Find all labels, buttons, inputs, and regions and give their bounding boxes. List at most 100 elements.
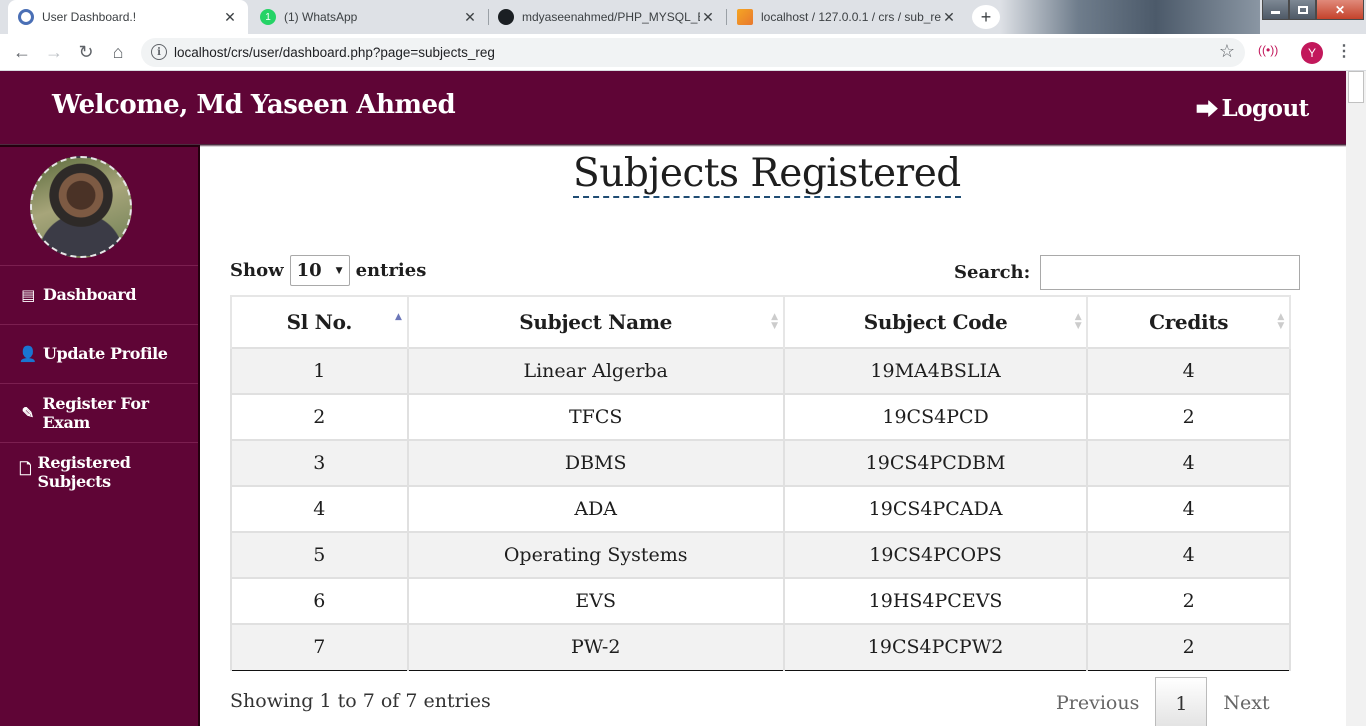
scrollbar-thumb[interactable] [1348, 71, 1364, 103]
new-tab-button[interactable]: + [972, 5, 1000, 29]
sort-both-icon: ▲ ▼ [1277, 312, 1284, 331]
logout-button[interactable]: ⮕ Logout [1196, 92, 1309, 124]
tab-close-icon[interactable]: ✕ [700, 9, 716, 26]
tab-user-dashboard[interactable]: User Dashboard.! ✕ [8, 0, 248, 34]
cell-credits: 4 [1086, 531, 1291, 579]
previous-page-button[interactable]: Previous [1040, 677, 1155, 726]
page-length-select[interactable]: 10 ▼ [289, 255, 350, 286]
sort-both-icon: ▲ ▼ [771, 312, 778, 331]
sidebar-item-register-for-exam[interactable]: ✎ Register For Exam [0, 383, 198, 441]
column-header-subject-code[interactable]: Subject Code ▲ ▼ [782, 295, 1089, 349]
column-header-label: Subject Name [519, 310, 673, 334]
tab-phpmyadmin[interactable]: localhost / 127.0.0.1 / crs / sub_re ✕ [727, 0, 967, 34]
table-row: 7 PW-2 19CS4PCPW2 2 [230, 623, 1291, 671]
page-length-control: Show 10 ▼ entries [230, 255, 426, 286]
page-title: Subjects Registered [573, 151, 961, 198]
arrow-left-icon: ← [13, 41, 31, 62]
cell-subject-code: 19CS4PCD [782, 393, 1089, 441]
sidebar: ▤ Dashboard 👤 Update Profile ✎ Register … [0, 145, 200, 726]
browser-menu-icon[interactable]: ⋮ [1336, 41, 1352, 61]
tab-github[interactable]: mdyaseenahmed/PHP_MYSQL_E ✕ [488, 0, 726, 34]
page-button-1[interactable]: 1 [1155, 677, 1208, 726]
sidebar-item-update-profile[interactable]: 👤 Update Profile [0, 324, 198, 382]
close-icon: ✕ [1334, 2, 1346, 17]
page-header: Welcome, Md Yaseen Ahmed ⮕ Logout [0, 71, 1346, 144]
close-window-button[interactable]: ✕ [1316, 0, 1364, 20]
github-icon [498, 9, 514, 25]
tab-close-icon[interactable]: ✕ [222, 9, 238, 26]
reload-icon: ↻ [78, 41, 94, 62]
cell-subject-name: DBMS [406, 439, 785, 487]
cell-subject-code: 19CS4PCADA [782, 485, 1089, 533]
back-button[interactable]: ← [10, 40, 34, 64]
cell-credits: 2 [1086, 623, 1291, 671]
home-icon: ⌂ [112, 41, 124, 62]
pagination: Previous 1 Next [1040, 677, 1286, 726]
sidebar-item-dashboard[interactable]: ▤ Dashboard [0, 265, 198, 323]
cell-credits: 4 [1086, 439, 1291, 487]
next-page-button[interactable]: Next [1207, 677, 1285, 726]
column-header-credits[interactable]: Credits ▲ ▼ [1086, 295, 1291, 349]
phpmyadmin-icon [737, 9, 753, 25]
maximize-button[interactable] [1289, 0, 1316, 20]
cell-credits: 4 [1086, 485, 1291, 533]
table-row: 5 Operating Systems 19CS4PCOPS 4 [230, 531, 1291, 579]
search-input[interactable] [1040, 255, 1301, 290]
cell-sl-no: 4 [230, 485, 409, 533]
entries-label: entries [355, 260, 427, 281]
user-edit-icon: 👤 [18, 344, 38, 363]
cast-icon[interactable]: ((•)) [1258, 43, 1278, 57]
desktop-wallpaper-strip [1000, 0, 1260, 34]
sort-both-icon: ▲ ▼ [1074, 312, 1082, 331]
site-info-icon[interactable]: i [151, 44, 167, 60]
bookmark-star-icon[interactable]: ☆ [1219, 41, 1235, 62]
minimize-button[interactable] [1262, 0, 1289, 20]
page-scrollbar[interactable] [1346, 71, 1366, 726]
tab-close-icon[interactable]: ✕ [462, 9, 478, 26]
cell-subject-code: 19CS4PCPW2 [782, 623, 1089, 671]
cell-sl-no: 3 [230, 439, 409, 487]
column-header-sl-no[interactable]: Sl No. ▲ [230, 295, 409, 349]
tab-close-icon[interactable]: ✕ [941, 9, 957, 26]
header-shadow [0, 144, 1346, 147]
tab-whatsapp[interactable]: 1 (1) WhatsApp ✕ [250, 0, 488, 34]
cell-subject-name: Operating Systems [406, 531, 785, 579]
reload-button[interactable]: ↻ [74, 40, 98, 64]
tab-title: localhost / 127.0.0.1 / crs / sub_re [761, 10, 941, 24]
cell-subject-name: PW-2 [406, 623, 785, 671]
table-row: 1 Linear Algerba 19MA4BSLIA 4 [230, 347, 1291, 395]
sidebar-item-label: Register For Exam [42, 393, 150, 432]
column-header-subject-name[interactable]: Subject Name ▲ ▼ [406, 295, 785, 349]
cell-sl-no: 7 [230, 623, 409, 671]
document-icon: 🗋 [19, 460, 32, 478]
cell-credits: 2 [1086, 393, 1291, 441]
cell-credits: 4 [1086, 347, 1291, 395]
chevron-down-icon: ▼ [335, 265, 343, 276]
cell-sl-no: 6 [230, 577, 409, 625]
minimize-icon [1271, 11, 1280, 14]
profile-avatar[interactable]: Y [1301, 42, 1323, 64]
subjects-table: Sl No. ▲ Subject Name ▲ ▼ Subject Code ▲ ▼ Cr… [230, 295, 1291, 671]
cell-subject-name: TFCS [406, 393, 785, 441]
table-row: 3 DBMS 19CS4PCDBM 4 [230, 439, 1291, 487]
cell-subject-code: 19CS4PCOPS [782, 531, 1089, 579]
home-button[interactable]: ⌂ [106, 40, 130, 64]
cell-subject-name: EVS [406, 577, 785, 625]
cell-sl-no: 5 [230, 531, 409, 579]
forward-button[interactable]: → [42, 40, 66, 64]
browser-tab-strip: User Dashboard.! ✕ 1 (1) WhatsApp ✕ mdya… [0, 0, 1366, 34]
sign-out-icon: ⮕ [1196, 97, 1218, 123]
address-bar[interactable]: i localhost/crs/user/dashboard.php?page=… [141, 38, 1245, 67]
maximize-icon [1297, 5, 1308, 14]
whatsapp-icon: 1 [260, 9, 276, 25]
cell-credits: 2 [1086, 577, 1291, 625]
url-text[interactable]: localhost/crs/user/dashboard.php?page=su… [174, 45, 495, 60]
sort-ascending-icon: ▲ [394, 312, 402, 322]
arrow-right-icon: → [45, 41, 63, 62]
welcome-heading: Welcome, Md Yaseen Ahmed [52, 90, 456, 120]
cell-sl-no: 1 [230, 347, 409, 395]
table-row: 6 EVS 19HS4PCEVS 2 [230, 577, 1291, 625]
cell-subject-code: 19CS4PCDBM [782, 439, 1089, 487]
table-info: Showing 1 to 7 of 7 entries [230, 690, 491, 712]
sidebar-item-registered-subjects[interactable]: 🗋 Registered Subjects [0, 442, 198, 500]
